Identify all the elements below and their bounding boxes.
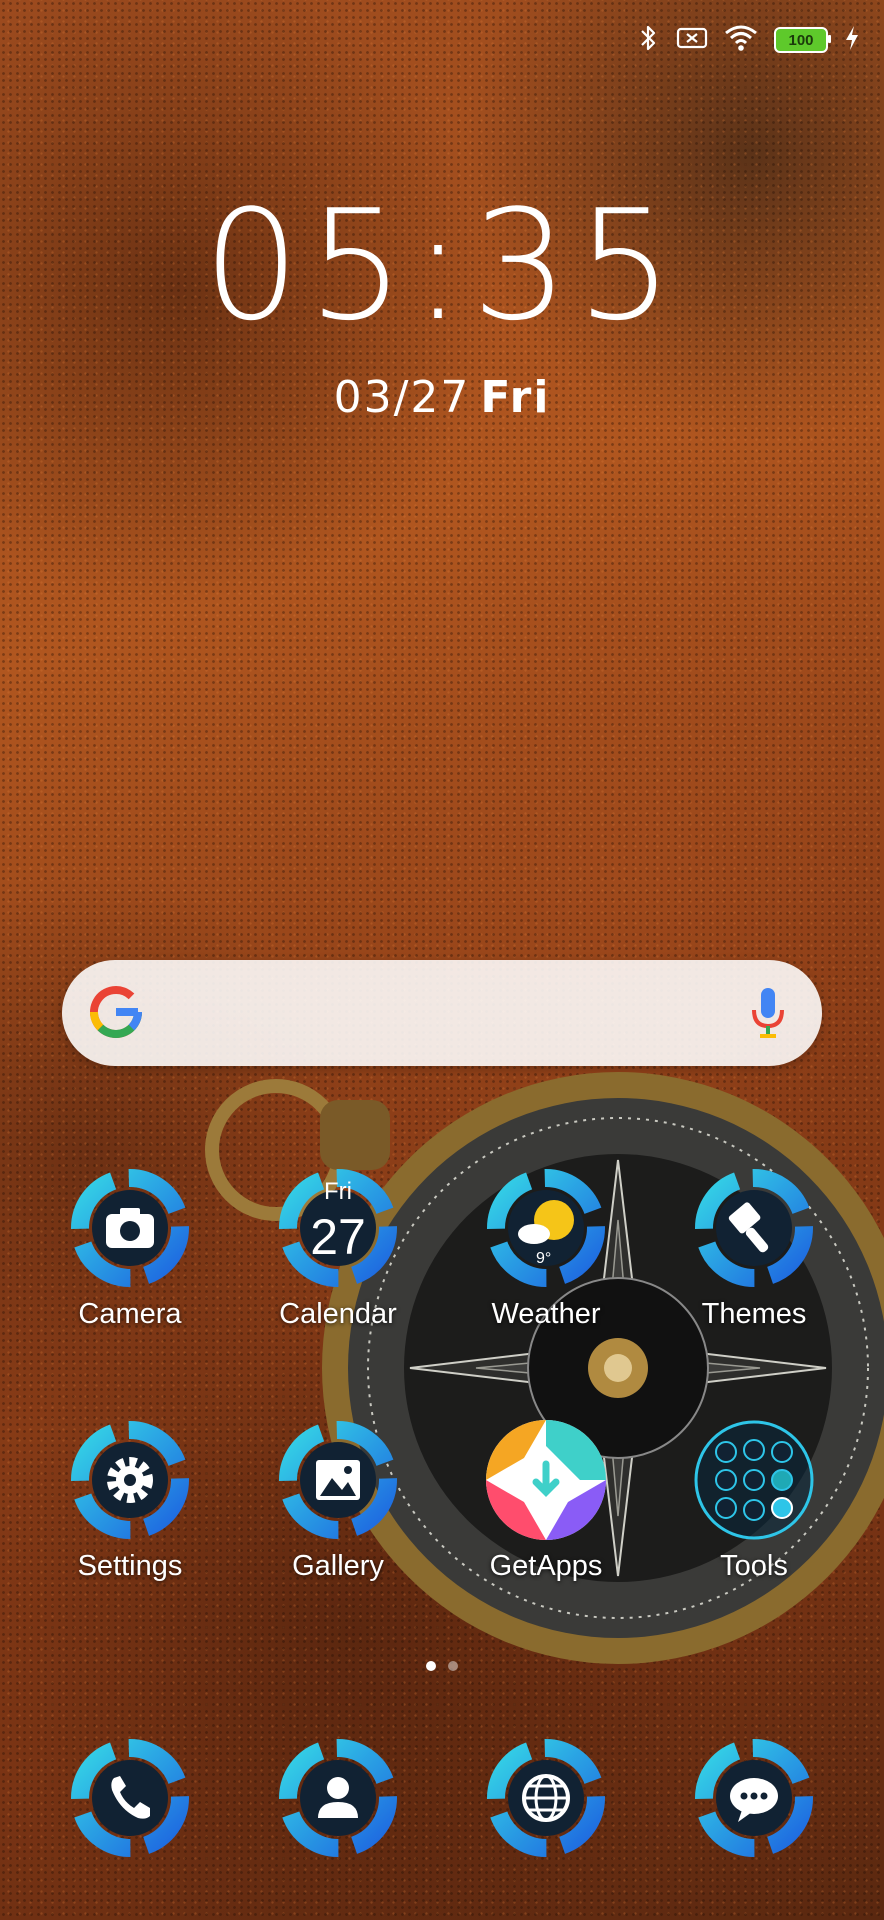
app-getapps[interactable]: GetApps [446,1412,646,1583]
date-text: 03/27 [333,372,471,423]
lock-clock-time[interactable]: 05:35 [0,190,884,342]
charging-icon [844,25,860,56]
page-dot [448,1661,458,1671]
no-sim-icon [676,26,708,55]
dock-messages[interactable] [654,1730,854,1866]
weekday-text: Fri [480,372,551,423]
weather-icon: 9° [478,1160,614,1296]
app-settings[interactable]: Settings [30,1412,230,1583]
app-weather[interactable]: 9° Weather [446,1160,646,1331]
bluetooth-icon [638,23,660,58]
getapps-icon [478,1412,614,1548]
paintbrush-icon [686,1160,822,1296]
app-label: Settings [77,1550,183,1582]
battery-level: 100 [788,31,814,49]
app-themes[interactable]: Themes [654,1160,854,1331]
gear-icon [62,1412,198,1548]
google-logo-icon[interactable] [88,984,144,1045]
app-gallery[interactable]: Gallery [238,1412,438,1583]
calendar-date: 27 [310,1209,366,1265]
app-label: Weather [491,1298,601,1330]
app-camera[interactable]: Camera [30,1160,230,1331]
calendar-weekday: Fri [324,1178,352,1205]
app-label: Gallery [292,1550,384,1582]
dock-contacts[interactable] [238,1730,438,1866]
image-icon [270,1412,406,1548]
app-label: GetApps [489,1550,603,1582]
status-bar: 100 [638,22,860,58]
folder-icon [686,1412,822,1548]
calendar-icon: Fri 27 [270,1160,406,1296]
contacts-icon [270,1730,406,1866]
app-label: Tools [720,1550,788,1582]
dock-browser[interactable] [446,1730,646,1866]
home-page-indicator [0,1658,884,1676]
app-label: Themes [701,1298,807,1330]
lock-clock-date[interactable]: 03/27 Fri [0,372,884,423]
app-tools-folder[interactable]: Tools [654,1412,854,1583]
app-label: Calendar [279,1298,397,1330]
app-label: Camera [78,1298,182,1330]
app-calendar[interactable]: Fri 27 Calendar [238,1160,438,1331]
wifi-icon [724,24,758,57]
camera-icon [62,1160,198,1296]
messages-icon [686,1730,822,1866]
dock-phone[interactable] [30,1730,230,1866]
page-dot-active [426,1661,436,1671]
browser-globe-icon [478,1730,614,1866]
battery-icon: 100 [774,27,831,53]
phone-icon [62,1730,198,1866]
weather-temperature: 9° [536,1250,552,1267]
